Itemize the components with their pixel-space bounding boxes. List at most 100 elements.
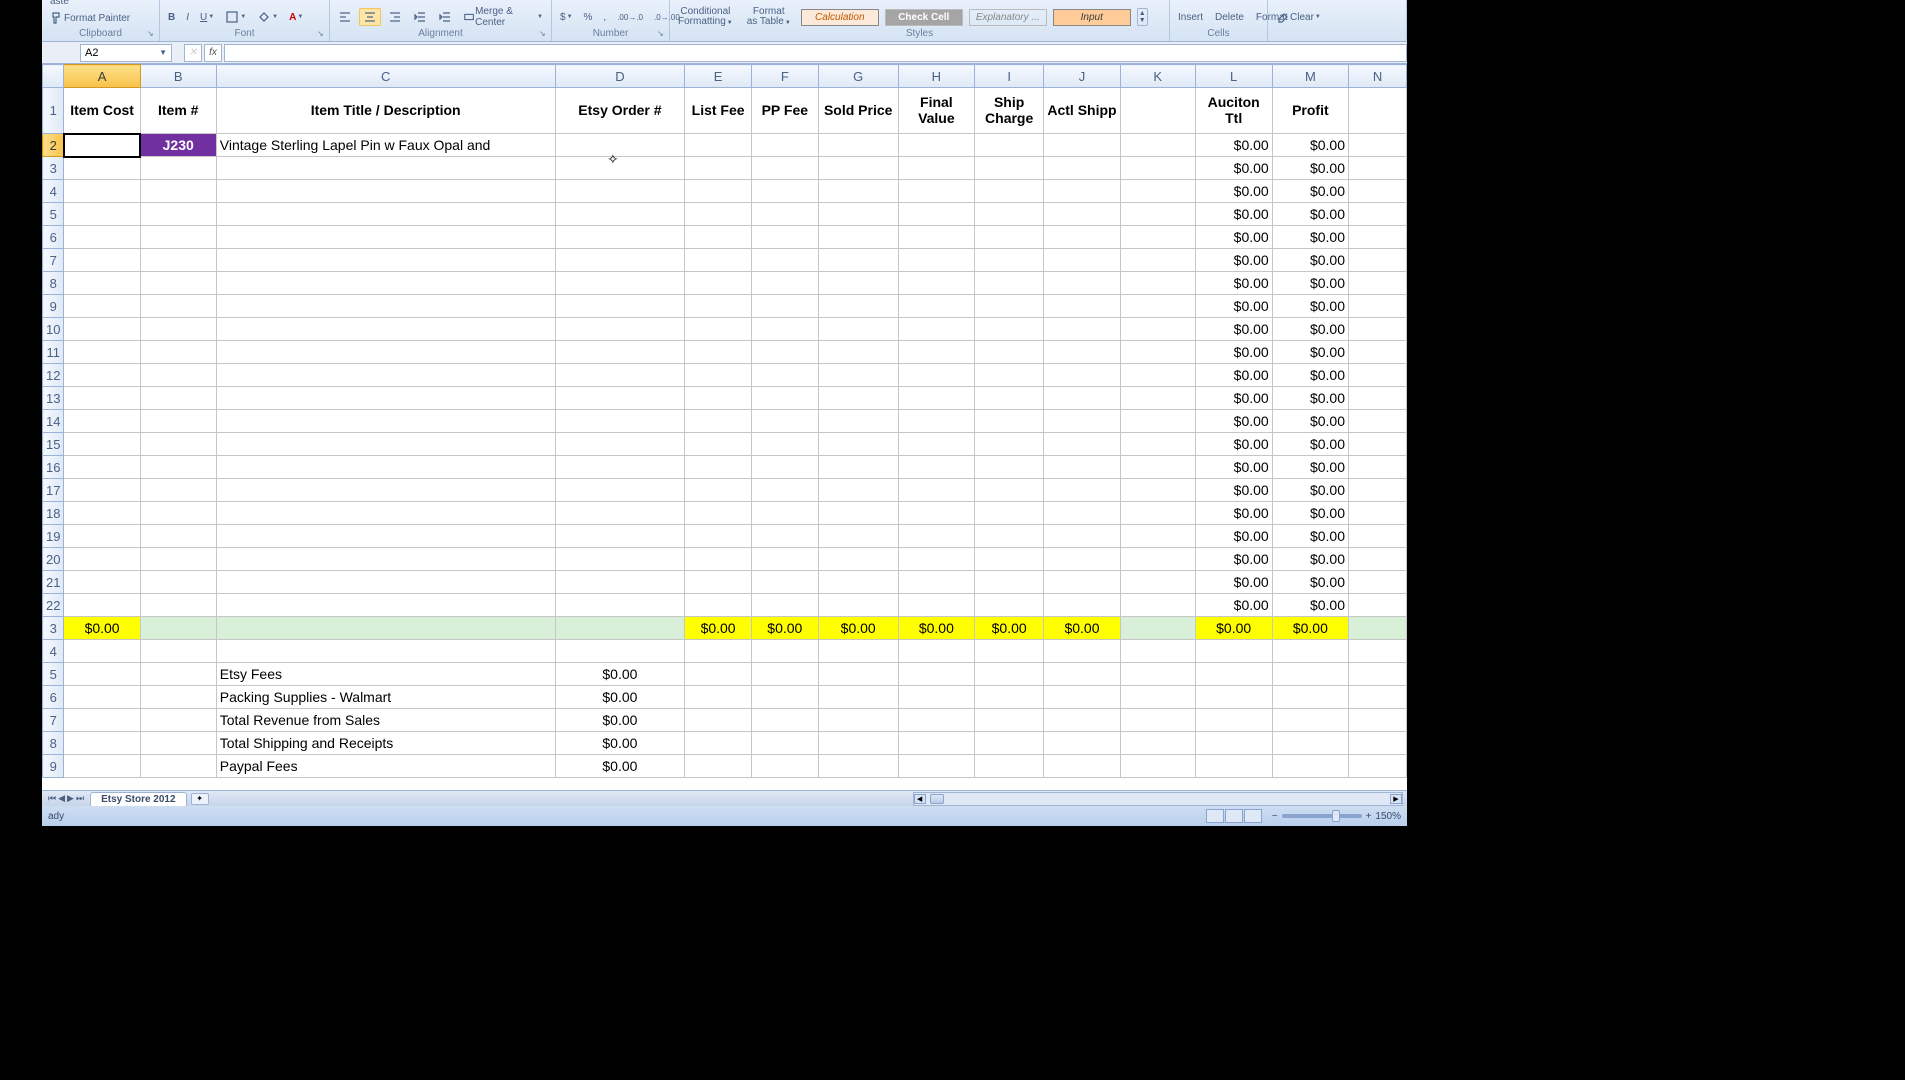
cell[interactable] (1349, 525, 1407, 548)
cell[interactable] (1349, 709, 1407, 732)
cell[interactable] (1044, 203, 1120, 226)
cell[interactable] (685, 456, 752, 479)
cell[interactable] (216, 295, 555, 318)
cell[interactable]: $0.00 (1195, 617, 1272, 640)
decrease-indent-button[interactable] (409, 8, 431, 26)
row-header[interactable]: 8 (43, 272, 64, 295)
cell[interactable] (216, 548, 555, 571)
cell[interactable] (975, 341, 1044, 364)
cell[interactable] (555, 387, 685, 410)
delete-cells-button[interactable]: Delete (1211, 10, 1248, 25)
cell[interactable] (818, 157, 898, 180)
cell[interactable] (818, 456, 898, 479)
cell[interactable] (140, 387, 216, 410)
cell[interactable] (64, 249, 140, 272)
cell[interactable] (685, 203, 752, 226)
cell[interactable] (818, 364, 898, 387)
cell[interactable] (1044, 318, 1120, 341)
cell[interactable] (1349, 295, 1407, 318)
cell[interactable] (216, 226, 555, 249)
cell[interactable] (685, 502, 752, 525)
cell[interactable] (818, 226, 898, 249)
cell[interactable] (140, 479, 216, 502)
cell[interactable] (898, 387, 974, 410)
cell[interactable] (898, 203, 974, 226)
row-header[interactable]: 20 (43, 548, 64, 571)
cell[interactable] (818, 548, 898, 571)
row-header[interactable]: 11 (43, 341, 64, 364)
cell[interactable] (1195, 732, 1272, 755)
merge-center-button[interactable]: Merge & Center▼ (459, 4, 547, 30)
cell[interactable] (1272, 732, 1348, 755)
clear-button[interactable]: Clear▼ (1272, 8, 1325, 26)
cell[interactable]: $0.00 (1044, 617, 1120, 640)
tab-nav-last[interactable]: ⏭ (76, 793, 84, 804)
row-header[interactable]: 12 (43, 364, 64, 387)
cell[interactable] (140, 180, 216, 203)
cell[interactable] (975, 709, 1044, 732)
cell[interactable] (685, 709, 752, 732)
row-header[interactable]: 17 (43, 479, 64, 502)
cell[interactable] (1120, 640, 1195, 663)
cell[interactable] (818, 709, 898, 732)
cell[interactable] (64, 525, 140, 548)
cell[interactable] (751, 272, 818, 295)
cell[interactable]: Total Revenue from Sales (216, 709, 555, 732)
cell[interactable]: $0.00 (1272, 341, 1348, 364)
cell[interactable] (818, 134, 898, 157)
cell[interactable] (685, 249, 752, 272)
cell[interactable] (140, 203, 216, 226)
cell[interactable] (818, 272, 898, 295)
column-header-H[interactable]: H (898, 65, 974, 88)
cell[interactable] (140, 755, 216, 778)
cell[interactable] (1044, 686, 1120, 709)
cell[interactable] (1120, 456, 1195, 479)
percent-button[interactable]: % (580, 10, 597, 25)
row-header[interactable]: 7 (43, 249, 64, 272)
cell[interactable] (216, 410, 555, 433)
cell[interactable] (1120, 226, 1195, 249)
cell[interactable] (751, 640, 818, 663)
cell[interactable] (751, 502, 818, 525)
cell[interactable]: $0.00 (1272, 387, 1348, 410)
cell[interactable]: $0.00 (1195, 410, 1272, 433)
cell[interactable]: $0.00 (1195, 433, 1272, 456)
cell[interactable] (1044, 249, 1120, 272)
cell[interactable] (1349, 180, 1407, 203)
horizontal-scrollbar[interactable]: ◀ ▶ (913, 792, 1403, 806)
cell[interactable] (975, 732, 1044, 755)
row-header[interactable]: 5 (43, 203, 64, 226)
header-cell[interactable]: Sold Price (818, 88, 898, 134)
cell[interactable] (555, 479, 685, 502)
cell[interactable] (64, 548, 140, 571)
cell[interactable] (1044, 479, 1120, 502)
row-header[interactable]: 16 (43, 456, 64, 479)
cell[interactable]: $0.00 (1195, 594, 1272, 617)
cell[interactable] (1044, 180, 1120, 203)
cell[interactable] (898, 663, 974, 686)
cell[interactable] (216, 640, 555, 663)
scroll-left-button[interactable]: ◀ (914, 794, 926, 804)
cell[interactable] (685, 364, 752, 387)
cell[interactable] (751, 341, 818, 364)
cell[interactable] (555, 272, 685, 295)
cell[interactable] (975, 249, 1044, 272)
cell[interactable] (1349, 732, 1407, 755)
cell[interactable]: $0.00 (1195, 387, 1272, 410)
cell[interactable] (555, 203, 685, 226)
cell[interactable] (140, 732, 216, 755)
cell[interactable] (64, 755, 140, 778)
cell[interactable] (64, 479, 140, 502)
cell[interactable] (898, 456, 974, 479)
cell[interactable] (898, 433, 974, 456)
cell[interactable] (1120, 502, 1195, 525)
cell[interactable] (1272, 663, 1348, 686)
cell[interactable]: Vintage Sterling Lapel Pin w Faux Opal a… (216, 134, 555, 157)
cell[interactable] (216, 341, 555, 364)
cell[interactable] (1044, 272, 1120, 295)
header-cell[interactable]: List Fee (685, 88, 752, 134)
cell[interactable] (1349, 617, 1407, 640)
font-launcher[interactable]: ↘ (317, 29, 327, 39)
cell[interactable]: $0.00 (1272, 272, 1348, 295)
cell[interactable] (898, 364, 974, 387)
